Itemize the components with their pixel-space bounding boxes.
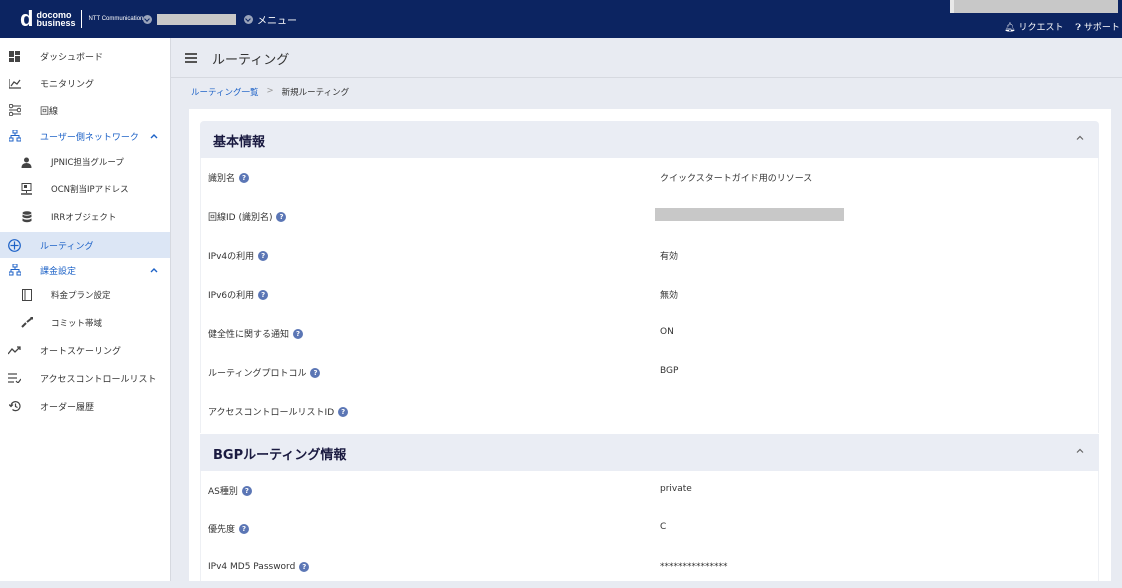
content-panel: 基本情報 識別名? クイックスタートガイド用のリソース 回線ID (識別名)? … xyxy=(189,109,1111,581)
help-icon[interactable]: ? xyxy=(338,406,349,417)
ntt-communications-logo: NTT Communications xyxy=(88,15,147,22)
commit-icon xyxy=(20,317,33,330)
monitoring-icon xyxy=(8,77,21,90)
chevron-up-icon[interactable] xyxy=(1075,446,1085,457)
page-title: ルーティング xyxy=(212,53,290,68)
billing-icon xyxy=(8,264,21,277)
row-ipv4-md5: IPv4 MD5 Password? *************** xyxy=(208,562,728,572)
routing-icon xyxy=(8,238,21,252)
sidebar-item-dashboard[interactable]: ダッシュボード xyxy=(0,43,170,69)
sidebar-item-billing[interactable]: 課金設定 xyxy=(0,257,170,283)
sidebar-item-plan[interactable]: 料金プラン設定 xyxy=(0,282,170,308)
help-icon[interactable]: ? xyxy=(310,367,321,378)
sidebar-item-irr-object[interactable]: IRRオブジェクト xyxy=(0,204,170,230)
tenant-selector[interactable]: メニュー xyxy=(143,12,297,27)
sidebar-item-commit-bandwidth[interactable]: コミット帯域 xyxy=(0,310,170,336)
person-icon xyxy=(20,156,33,169)
history-icon xyxy=(8,400,21,413)
row-ipv6: IPv6の利用? 無効 xyxy=(208,289,679,301)
row-as-type: AS種別? private xyxy=(208,484,692,497)
sidebar: ダッシュボード モニタリング 回線 ユーザー側ネットワーク JPNIC担当グルー… xyxy=(0,38,171,581)
dashboard-icon xyxy=(8,50,21,63)
breadcrumb-current: 新規ルーティング xyxy=(281,88,350,98)
sidebar-item-line[interactable]: 回線 xyxy=(0,97,170,123)
database-icon xyxy=(20,211,33,224)
help-icon[interactable]: ? xyxy=(293,328,304,339)
network-icon xyxy=(8,130,21,143)
request-link[interactable]: 🔔︎ リクエスト xyxy=(1004,20,1063,33)
tenant-name-redacted xyxy=(157,14,236,25)
row-name: 識別名? クイックスタートガイド用のリソース xyxy=(208,172,813,184)
breadcrumb-routing-list[interactable]: ルーティング一覧 xyxy=(191,86,259,98)
row-line-id: 回線ID (識別名)? xyxy=(200,197,1099,236)
row-ipv4: IPv4の利用? 有効 xyxy=(208,250,679,262)
basic-info-header[interactable]: 基本情報 xyxy=(200,121,1099,158)
top-bar: d docomo business NTT Communications メニュ… xyxy=(0,0,1122,38)
chevron-up-icon[interactable] xyxy=(1075,133,1085,144)
autoscaling-icon xyxy=(8,344,21,357)
chevron-up-icon[interactable] xyxy=(150,266,158,275)
sidebar-item-acl[interactable]: アクセスコントロールリスト xyxy=(0,365,170,391)
help-icon[interactable]: ? xyxy=(258,289,269,300)
chevron-down-icon xyxy=(244,15,253,24)
page-header: ルーティング xyxy=(171,38,1122,78)
chevron-up-icon[interactable] xyxy=(150,132,158,141)
support-link[interactable]: ❓︎ サポート xyxy=(1075,20,1119,33)
row-protocol: ルーティングプロトコル? BGP xyxy=(208,366,679,379)
sidebar-item-ocn-ip[interactable]: OCN割当IPアドレス xyxy=(0,176,170,202)
sidebar-item-order-history[interactable]: オーダー履歴 xyxy=(0,393,170,419)
line-icon xyxy=(8,104,21,117)
row-priority: 優先度? C xyxy=(208,522,667,535)
bell-icon: 🔔︎ xyxy=(1004,22,1016,32)
monitor-icon xyxy=(20,183,33,196)
help-icon[interactable]: ? xyxy=(239,523,250,534)
bgp-info-header[interactable]: BGPルーティング情報 xyxy=(200,434,1099,471)
row-acl-id: アクセスコントロールリストID? xyxy=(200,392,1099,431)
line-id-redacted xyxy=(655,208,844,221)
chevron-down-icon xyxy=(143,15,152,24)
help-icon: ❓︎ xyxy=(1075,22,1081,32)
help-icon[interactable]: ? xyxy=(258,250,269,261)
row-health-notify: 健全性に関する通知? ON xyxy=(208,327,674,340)
menu-dropdown[interactable]: メニュー xyxy=(244,12,297,27)
acl-icon xyxy=(8,372,21,385)
hamburger-menu-icon[interactable] xyxy=(185,53,197,63)
docomo-business-logo[interactable]: d docomo business NTT Communications xyxy=(20,8,146,30)
breadcrumb: ルーティング一覧 > 新規ルーティング xyxy=(191,86,350,98)
help-icon[interactable]: ? xyxy=(276,211,287,222)
sidebar-item-jpnic-group[interactable]: JPNIC担当グループ xyxy=(0,149,170,175)
help-icon[interactable]: ? xyxy=(299,562,310,572)
help-icon[interactable]: ? xyxy=(241,485,252,496)
help-icon[interactable]: ? xyxy=(239,172,250,183)
plan-icon xyxy=(20,289,33,302)
user-info-redacted xyxy=(950,0,1118,13)
sidebar-item-monitoring[interactable]: モニタリング xyxy=(0,70,170,96)
sidebar-item-user-network[interactable]: ユーザー側ネットワーク xyxy=(0,123,170,149)
sidebar-item-autoscaling[interactable]: オートスケーリング xyxy=(0,337,170,363)
sidebar-item-routing[interactable]: ルーティング xyxy=(0,232,170,258)
